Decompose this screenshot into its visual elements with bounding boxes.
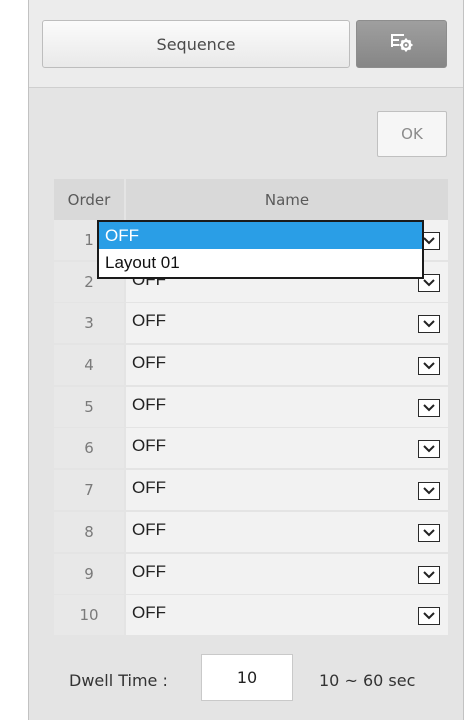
row-name-select[interactable]: OFF — [126, 595, 448, 636]
row-name-select[interactable]: OFF — [126, 386, 448, 427]
table-row: 5 OFF — [54, 386, 448, 429]
row-order: 4 — [54, 345, 124, 386]
tab-bar: Sequence — [29, 0, 463, 88]
row-name-select[interactable]: OFF — [126, 303, 448, 344]
table-row: 6 OFF — [54, 428, 448, 470]
table-row: 10 OFF — [54, 595, 448, 637]
dwell-time-range: 10 ~ 60 sec — [319, 671, 416, 690]
chevron-down-icon[interactable] — [418, 398, 440, 417]
table-row: 3 OFF — [54, 303, 448, 345]
table-row: 7 OFF — [54, 470, 448, 512]
tab-sequence-label: Sequence — [156, 34, 236, 54]
row-name-value: OFF — [132, 478, 166, 498]
row-name-value: OFF — [132, 519, 166, 539]
row-name-select[interactable]: OFF — [126, 345, 448, 386]
tab-sequence[interactable]: Sequence — [42, 20, 350, 68]
table-row: 9 OFF — [54, 553, 448, 596]
table-header: Order Name — [54, 179, 448, 220]
dropdown-option[interactable]: Layout 01 — [99, 249, 422, 276]
row-name-value: OFF — [132, 311, 166, 331]
dwell-time-label: Dwell Time : — [69, 671, 168, 690]
row-name-value: OFF — [132, 394, 166, 414]
row-order: 7 — [54, 470, 124, 511]
tab-settings[interactable] — [356, 20, 447, 68]
dropdown-popup: OFF Layout 01 — [97, 220, 424, 279]
chevron-down-icon[interactable] — [418, 440, 440, 459]
chevron-down-icon[interactable] — [418, 315, 440, 334]
row-name-select[interactable]: OFF — [126, 470, 448, 511]
ok-button[interactable]: OK — [377, 111, 447, 157]
row-name-value: OFF — [132, 561, 166, 581]
header-order: Order — [54, 179, 124, 220]
row-name-select[interactable]: OFF — [126, 553, 448, 594]
chevron-down-icon[interactable] — [418, 607, 440, 626]
row-order: 8 — [54, 511, 124, 552]
row-name-select[interactable]: OFF — [126, 511, 448, 552]
ok-button-label: OK — [401, 125, 423, 143]
chevron-down-icon[interactable] — [418, 565, 440, 584]
table-row: 8 OFF — [54, 511, 448, 554]
row-order: 9 — [54, 553, 124, 594]
sequence-settings-panel: Sequence OK Order Name 1 2 OFF 3 OFF 4 O… — [28, 0, 464, 720]
dwell-time-input[interactable] — [201, 654, 293, 701]
row-name-value: OFF — [132, 353, 166, 373]
chevron-down-icon[interactable] — [418, 357, 440, 376]
row-name-value: OFF — [132, 436, 166, 456]
dropdown-option[interactable]: OFF — [99, 222, 422, 249]
table-row: 4 OFF — [54, 345, 448, 387]
row-name-value: OFF — [132, 603, 166, 623]
row-order: 3 — [54, 303, 124, 344]
row-order: 10 — [54, 595, 124, 636]
row-name-select[interactable]: OFF — [126, 428, 448, 469]
chevron-down-icon[interactable] — [418, 482, 440, 501]
chevron-down-icon[interactable] — [418, 523, 440, 542]
row-order: 6 — [54, 428, 124, 469]
settings-gear-icon — [390, 32, 414, 56]
row-order: 5 — [54, 386, 124, 427]
header-name: Name — [126, 179, 448, 220]
